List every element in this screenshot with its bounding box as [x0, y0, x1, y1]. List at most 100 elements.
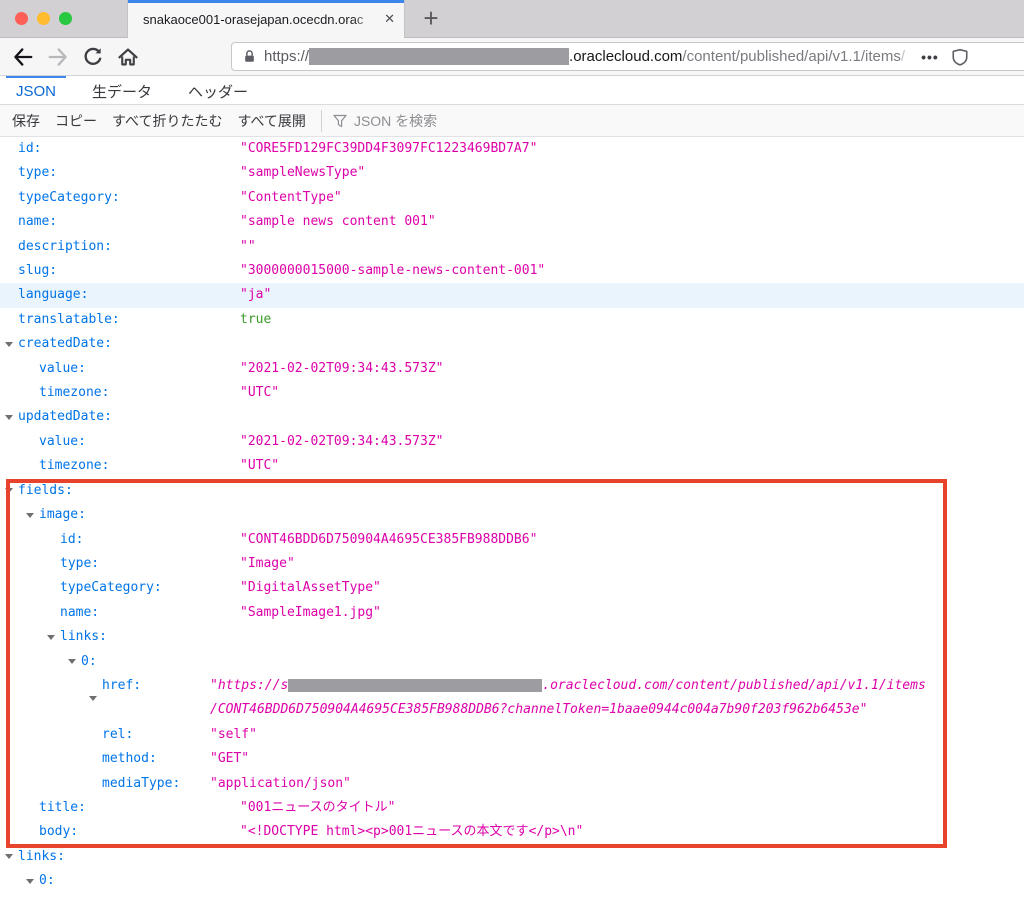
url-bar[interactable]: https:// .oraclecloud.com /content/publi…: [231, 42, 1024, 71]
json-value: "CORE5FD129FC39DD4F3097FC1223469BD7A7": [240, 137, 1024, 161]
json-value: "<!DOCTYPE html><p>001ニュースの本文です</p>\n": [240, 820, 1024, 844]
json-row-value: value:"2021-02-02T09:34:43.573Z": [0, 357, 1024, 381]
json-value: [240, 479, 1024, 503]
json-tree: id: "CORE5FD129FC39DD4F3097FC1223469BD7A7…: [0, 137, 1024, 899]
collapse-toggle-icon[interactable]: [4, 479, 18, 503]
json-key: type:: [60, 552, 99, 576]
back-button[interactable]: [12, 46, 34, 68]
json-value: "application/json": [210, 772, 1024, 796]
json-key: mediaType:: [102, 772, 180, 796]
json-row-body: body: "<!DOCTYPE html><p>001ニュースの本文です</p>…: [0, 820, 1024, 844]
lock-icon: [242, 49, 257, 64]
collapse-toggle-icon[interactable]: [25, 869, 39, 893]
json-row-links: links:: [0, 625, 1024, 649]
tab-json[interactable]: JSON: [6, 76, 66, 104]
collapse-toggle-icon[interactable]: [4, 332, 18, 356]
json-row-mediaType: mediaType: "application/json": [0, 772, 1024, 796]
json-key: name:: [60, 601, 99, 625]
json-row-updatedDate: updatedDate:: [0, 405, 1024, 429]
copy-button[interactable]: コピー: [55, 111, 97, 131]
json-row-timezone: timezone: "UTC": [0, 381, 1024, 405]
collapse-toggle-icon[interactable]: [46, 625, 60, 649]
json-value: "DigitalAssetType": [240, 576, 1024, 600]
json-value: "ja": [240, 283, 1024, 307]
json-row-id: id:"CONT46BDD6D750904A4695CE385FB988DDB6…: [0, 528, 1024, 552]
json-row-method: method:"GET": [0, 747, 1024, 771]
tab-headers[interactable]: ヘッダー: [178, 76, 258, 104]
bookmark-shield-icon[interactable]: [951, 48, 969, 66]
json-value: "3000000015000-sample-news-content-001": [240, 259, 1024, 283]
toolbar-separator: [321, 110, 322, 132]
collapse-all-button[interactable]: すべて折りたたむ: [112, 111, 222, 131]
tab-title: snakaoce001-orasejapan.ocecdn.orac: [143, 12, 378, 27]
json-value: "ContentType": [240, 186, 1024, 210]
json-key: title:: [39, 796, 86, 820]
json-value: [240, 503, 1024, 527]
reload-button[interactable]: [82, 46, 104, 68]
collapse-toggle-icon[interactable]: [88, 674, 102, 723]
save-button[interactable]: 保存: [12, 111, 40, 131]
json-row-image: image:: [0, 503, 1024, 527]
json-key: body:: [39, 820, 78, 844]
json-value: "self": [210, 723, 1024, 747]
active-tab-indicator: [128, 0, 404, 3]
json-key: typeCategory:: [60, 576, 162, 600]
window-minimize-button[interactable]: [37, 12, 50, 25]
new-tab-button[interactable]: +: [416, 2, 446, 36]
collapse-toggle-icon[interactable]: [67, 650, 81, 674]
json-value: "UTC": [240, 454, 1024, 478]
window-zoom-button[interactable]: [59, 12, 72, 25]
window-close-button[interactable]: [15, 12, 28, 25]
json-row-0: 0:: [0, 869, 1024, 893]
json-key: method:: [102, 747, 157, 771]
json-value: "sampleNewsType": [240, 161, 1024, 185]
home-button[interactable]: [117, 46, 139, 68]
collapse-toggle-icon[interactable]: [4, 405, 18, 429]
json-value: "SampleImage1.jpg": [240, 601, 1024, 625]
json-key: timezone:: [39, 381, 109, 405]
json-value: "CONT46BDD6D750904A4695CE385FB988DDB6": [240, 528, 1024, 552]
json-row-href: href:"https://s.oraclecloud.com/content/…: [0, 674, 1024, 723]
json-row-language: language:"ja": [0, 283, 1024, 307]
collapse-toggle-icon[interactable]: [4, 845, 18, 869]
json-key: slug:: [18, 259, 57, 283]
json-viewer-tabstrip: JSON 生データ ヘッダー: [0, 76, 1024, 105]
page-actions-menu-icon[interactable]: •••: [921, 49, 939, 65]
json-row-id: id: "CORE5FD129FC39DD4F3097FC1223469BD7A7…: [0, 137, 1024, 161]
json-value: "2021-02-02T09:34:43.573Z": [240, 357, 1024, 381]
json-row-value: value: "2021-02-02T09:34:43.573Z": [0, 430, 1024, 454]
tab-raw-data[interactable]: 生データ: [82, 76, 162, 104]
json-value: [240, 332, 1024, 356]
json-filter-input[interactable]: JSON を検索: [333, 111, 437, 131]
json-value: "2021-02-02T09:34:43.573Z": [240, 430, 1024, 454]
json-key: fields:: [18, 479, 73, 503]
json-row-title: title:"001ニュースのタイトル": [0, 796, 1024, 820]
json-row-name: name: "SampleImage1.jpg": [0, 601, 1024, 625]
collapse-toggle-icon[interactable]: [25, 503, 39, 527]
json-row-timezone: timezone:"UTC": [0, 454, 1024, 478]
json-row-links: links:: [0, 845, 1024, 869]
json-key: createdDate:: [18, 332, 112, 356]
json-row-type: type:"Image": [0, 552, 1024, 576]
value-redaction-block: [288, 679, 542, 692]
expand-all-button[interactable]: すべて展開: [237, 111, 305, 131]
forward-button[interactable]: [47, 46, 69, 68]
json-key: name:: [18, 210, 57, 234]
json-key: id:: [18, 137, 41, 161]
json-key: translatable:: [18, 308, 120, 332]
json-row-slug: slug: "3000000015000-sample-news-content-…: [0, 259, 1024, 283]
url-redaction-block: [309, 48, 569, 65]
json-row-0: 0:: [0, 650, 1024, 674]
filter-funnel-icon: [333, 114, 347, 128]
json-value: [240, 625, 1024, 649]
json-value: "UTC": [240, 381, 1024, 405]
filter-placeholder: JSON を検索: [354, 111, 437, 131]
json-value: "sample news content 001": [240, 210, 1024, 234]
json-row-name: name: "sample news content 001": [0, 210, 1024, 234]
url-path-fade: /: [901, 48, 905, 65]
json-row-type: type:"sampleNewsType": [0, 161, 1024, 185]
tab-close-icon[interactable]: ✕: [384, 11, 395, 27]
navigation-toolbar: https:// .oraclecloud.com /content/publi…: [0, 38, 1024, 76]
json-key: value:: [39, 430, 86, 454]
browser-tab[interactable]: snakaoce001-orasejapan.ocecdn.orac ✕: [127, 0, 405, 38]
